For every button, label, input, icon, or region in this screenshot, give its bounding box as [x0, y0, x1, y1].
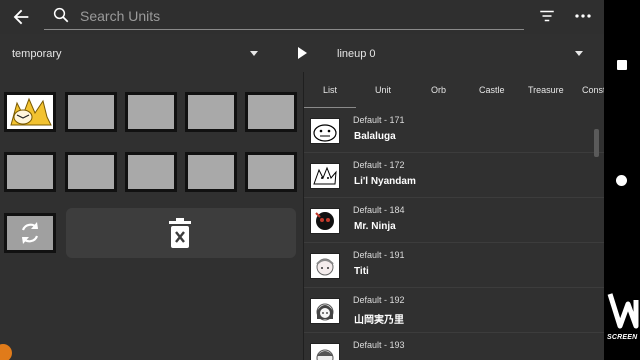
top-toolbar [0, 0, 604, 34]
lineup-dropdown-caret-icon[interactable] [575, 51, 583, 56]
unit-name: 山岡実乃里 [354, 315, 404, 326]
search-icon [53, 7, 69, 23]
unit-name: Li'l Nyandam [354, 176, 416, 187]
filter-icon[interactable] [538, 7, 556, 25]
tab-const[interactable]: Const [582, 85, 604, 95]
lineup-slot-1[interactable] [4, 92, 56, 132]
lineup-slot-6[interactable] [4, 152, 56, 192]
search-input[interactable] [80, 5, 500, 27]
lineup-panel [0, 72, 302, 360]
tab-unit[interactable]: Unit [375, 85, 391, 95]
more-icon[interactable] [574, 7, 592, 25]
watermark-text: SCREEN [607, 334, 638, 341]
unit-id: Default - 193 [353, 340, 405, 350]
lineup-slot-5[interactable] [245, 92, 297, 132]
lineup-slot-8[interactable] [125, 152, 177, 192]
play-icon[interactable] [298, 47, 307, 59]
unit-list: Default - 171 Balaluga Default - 172 Li'… [304, 108, 604, 360]
unit-thumbnail [310, 298, 340, 324]
unit-thumbnail [310, 208, 340, 234]
search-bar[interactable] [44, 2, 524, 30]
unit-name: Mr. Ninja [354, 221, 396, 232]
tab-castle[interactable]: Castle [479, 85, 505, 95]
list-item[interactable]: Default - 193 [304, 333, 604, 360]
unit-id: Default - 191 [353, 250, 405, 260]
floating-indicator [0, 344, 12, 360]
lineup-slot-7[interactable] [65, 152, 117, 192]
lineup-slot-3[interactable] [125, 92, 177, 132]
unit-id: Default - 172 [353, 160, 405, 170]
recents-icon[interactable] [617, 60, 627, 70]
unit-id: Default - 171 [353, 115, 405, 125]
list-item[interactable]: Default - 172 Li'l Nyandam [304, 153, 604, 198]
tab-treasure[interactable]: Treasure [528, 85, 564, 95]
tab-list[interactable]: List [323, 85, 337, 95]
tab-orb[interactable]: Orb [431, 85, 446, 95]
lineup-slot-2[interactable] [65, 92, 117, 132]
home-icon[interactable] [616, 175, 627, 186]
unit-id: Default - 184 [353, 205, 405, 215]
list-item[interactable]: Default - 171 Balaluga [304, 108, 604, 153]
pack-dropdown-value[interactable]: temporary [12, 48, 62, 60]
lineup-slot-10[interactable] [245, 152, 297, 192]
lineup-slot-9[interactable] [185, 152, 237, 192]
unit-name: Titi [354, 266, 369, 277]
unit-sprite-icon [7, 95, 53, 129]
selector-row: temporary lineup 0 [0, 34, 604, 72]
lineup-dropdown-value[interactable]: lineup 0 [337, 48, 376, 60]
unit-thumbnail [310, 118, 340, 144]
unit-thumbnail [310, 343, 340, 360]
app-window: temporary lineup 0 [0, 0, 604, 360]
unit-list-panel: List Unit Orb Castle Treasure Const Defa… [303, 72, 604, 360]
swap-lineup-button[interactable] [4, 213, 56, 253]
unit-thumbnail [310, 163, 340, 189]
arrow-left-icon[interactable] [10, 6, 32, 28]
unit-id: Default - 192 [353, 295, 405, 305]
list-item[interactable]: Default - 184 Mr. Ninja [304, 198, 604, 243]
unit-name: Balaluga [354, 131, 396, 142]
list-item[interactable]: Default - 191 Titi [304, 243, 604, 288]
trash-icon [169, 218, 191, 248]
pack-dropdown-caret-icon[interactable] [250, 51, 258, 56]
list-scrollbar[interactable] [594, 129, 599, 157]
tab-bar: List Unit Orb Castle Treasure Const [304, 72, 604, 108]
list-item[interactable]: Default - 192 山岡実乃里 [304, 288, 604, 333]
clear-lineup-button[interactable] [66, 208, 296, 258]
rotate-icon [21, 222, 39, 244]
unit-thumbnail [310, 253, 340, 279]
lineup-slot-4[interactable] [185, 92, 237, 132]
